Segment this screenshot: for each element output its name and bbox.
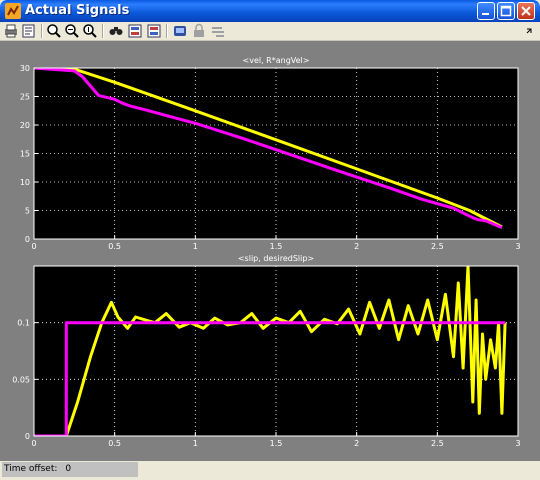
toolbar bbox=[0, 22, 540, 41]
y-tick-label: 10 bbox=[20, 178, 30, 187]
close-button[interactable] bbox=[517, 2, 535, 20]
zoom-x-icon[interactable] bbox=[64, 23, 80, 39]
time-offset-value: 0 bbox=[65, 464, 72, 474]
y-tick-label: 0.1 bbox=[17, 319, 30, 328]
y-tick-label: 0.05 bbox=[12, 375, 30, 384]
maximize-button[interactable] bbox=[497, 2, 515, 20]
x-tick-label: 0.5 bbox=[108, 439, 121, 448]
x-tick-label: 0.5 bbox=[108, 242, 121, 251]
plot-title-1: <vel, R*angVel> bbox=[243, 56, 310, 65]
x-tick-label: 2 bbox=[354, 242, 359, 251]
x-tick-label: 0 bbox=[31, 242, 36, 251]
print-icon[interactable] bbox=[3, 23, 19, 39]
signal-selection-icon[interactable] bbox=[210, 23, 226, 39]
y-tick-label: 0 bbox=[25, 235, 30, 244]
window-title: Actual Signals bbox=[25, 3, 130, 18]
x-tick-label: 2 bbox=[354, 439, 359, 448]
scope-plots[interactable]: <vel, R*angVel>0 0.5 1 1.5 2 2.5 3051015202530… bbox=[0, 41, 540, 461]
x-tick-label: 2.5 bbox=[431, 242, 444, 251]
y-tick-label: 20 bbox=[20, 121, 30, 130]
autoscale-icon[interactable] bbox=[108, 23, 124, 39]
minimize-button[interactable] bbox=[477, 2, 495, 20]
zoom-y-icon[interactable] bbox=[82, 23, 98, 39]
x-tick-label: 1 bbox=[193, 242, 198, 251]
status-bar: Time offset: 0 bbox=[0, 461, 540, 480]
scope-window: Actual Signals <vel, R*angVel> 0 0.5 1 1… bbox=[0, 0, 540, 480]
x-tick-label: 1.5 bbox=[270, 439, 283, 448]
simulink-icon bbox=[5, 3, 21, 19]
toolbar-chevron-icon[interactable] bbox=[522, 23, 538, 39]
save-axes-icon[interactable] bbox=[127, 23, 143, 39]
x-tick-label: 0 bbox=[31, 439, 36, 448]
restore-axes-icon[interactable] bbox=[146, 23, 162, 39]
y-tick-label: 15 bbox=[20, 150, 30, 159]
lock-icon[interactable] bbox=[191, 23, 207, 39]
time-offset-field: Time offset: 0 bbox=[2, 462, 138, 477]
scope-plot-area: <vel, R*angVel> 0 0.5 1 1.5 2 2.5 3 0 5 10 15 20 25 30… bbox=[0, 41, 540, 461]
x-tick-label: 3 bbox=[515, 242, 520, 251]
x-tick-label: 1.5 bbox=[270, 242, 283, 251]
y-tick-label: 25 bbox=[20, 93, 30, 102]
zoom-icon[interactable] bbox=[46, 23, 62, 39]
floating-scope-icon[interactable] bbox=[172, 23, 188, 39]
y-tick-label: 5 bbox=[25, 207, 30, 216]
time-offset-label: Time offset: bbox=[4, 464, 58, 474]
title-bar[interactable]: Actual Signals bbox=[0, 0, 540, 22]
y-tick-label: 30 bbox=[20, 64, 30, 73]
y-tick-label: 0 bbox=[25, 432, 30, 441]
x-tick-label: 2.5 bbox=[431, 439, 444, 448]
plot-title-2: <slip, desiredSlip> bbox=[238, 254, 314, 263]
parameters-icon[interactable] bbox=[21, 23, 37, 39]
x-tick-label: 1 bbox=[193, 439, 198, 448]
x-tick-label: 3 bbox=[515, 439, 520, 448]
